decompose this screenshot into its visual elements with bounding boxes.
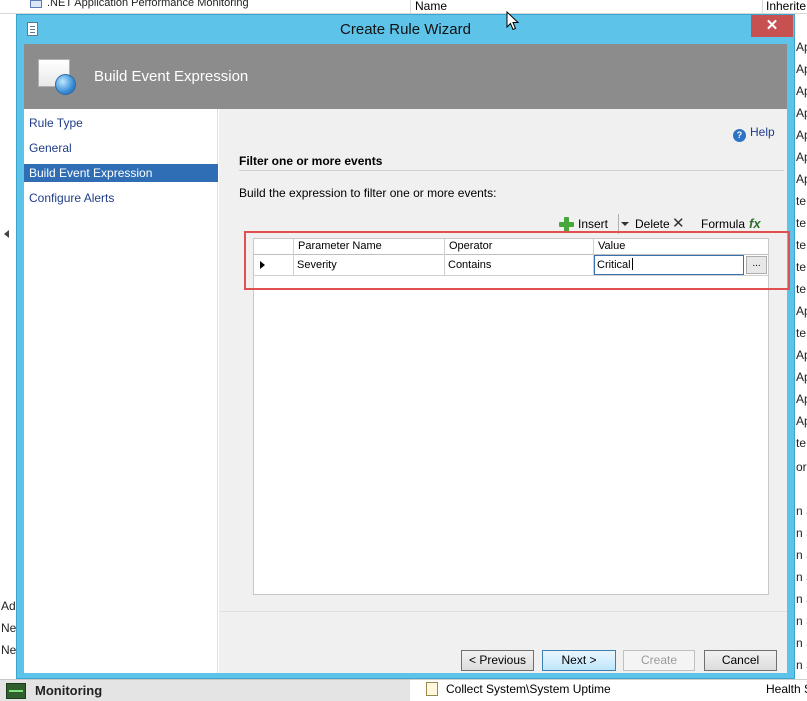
footer-divider — [219, 611, 787, 612]
background-list-item: Ap — [796, 84, 807, 98]
background-header-row: .NET Application Performance Monitoring … — [0, 0, 807, 14]
background-left-item[interactable]: Ne — [1, 643, 16, 657]
window-title: Create Rule Wizard — [340, 21, 471, 38]
help-link[interactable]: ? Help — [733, 125, 775, 142]
background-list-item: Ap — [796, 392, 807, 406]
background-list-item: Ap — [796, 128, 807, 142]
create-rule-wizard-window: Create Rule Wizard ✕ Build Event Express… — [16, 14, 795, 679]
plus-icon — [559, 217, 574, 232]
background-list-item: Ap — [796, 304, 807, 318]
nav-step-general[interactable]: General — [24, 139, 218, 157]
background-list-item: te — [796, 238, 807, 252]
help-label: Help — [750, 125, 775, 139]
background-list-item: te — [796, 282, 807, 296]
cancel-button[interactable]: Cancel — [704, 650, 777, 671]
background-list-item: te — [796, 260, 807, 274]
section-description: Build the expression to filter one or mo… — [239, 186, 497, 200]
background-left-item[interactable]: Ad — [1, 599, 16, 613]
background-list-item: n S — [796, 526, 807, 540]
wizard-header: Build Event Expression — [24, 44, 787, 109]
background-list-item: n S — [796, 658, 807, 672]
background-list-item: Ap — [796, 414, 807, 428]
nav-step-rule-type[interactable]: Rule Type — [24, 114, 218, 132]
formula-fx-icon: fx — [749, 216, 761, 231]
next-button[interactable]: Next > — [542, 650, 616, 671]
help-icon: ? — [733, 129, 746, 142]
delete-x-icon: ✕ — [672, 215, 685, 232]
monitoring-nav-button[interactable]: Monitoring — [0, 679, 410, 701]
background-list-item: te — [796, 216, 807, 230]
highlight-annotation-box — [244, 231, 790, 290]
background-list-item: or — [796, 460, 807, 474]
background-list-item: Ap — [796, 62, 807, 76]
close-button[interactable]: ✕ — [751, 15, 793, 37]
column-header-inherited[interactable]: Inherite — [766, 0, 806, 13]
previous-button[interactable]: < Previous — [461, 650, 534, 671]
background-list-item: n S — [796, 592, 807, 606]
section-title: Filter one or more events — [239, 154, 383, 168]
background-list-item: Ap — [796, 106, 807, 120]
background-list-item: Ap — [796, 348, 807, 362]
health-column-fragment: Health S — [766, 682, 807, 696]
monitoring-icon — [6, 683, 26, 699]
rule-icon — [426, 682, 438, 696]
nav-step-configure-alerts[interactable]: Configure Alerts — [24, 189, 218, 207]
background-list-item: n S — [796, 636, 807, 650]
background-left-pane: Ad Ne Ne — [0, 14, 16, 679]
background-list-item: n S — [796, 548, 807, 562]
background-list-item: te — [796, 326, 807, 340]
nav-step-build-event-expression[interactable]: Build Event Expression — [24, 164, 218, 182]
create-button[interactable]: Create — [623, 650, 695, 671]
wizard-content-pane: ? Help Filter one or more events Build th… — [219, 109, 790, 673]
background-list-item: Ap — [796, 40, 807, 54]
folder-icon — [30, 0, 42, 8]
title-bar[interactable]: Create Rule Wizard ✕ — [17, 15, 794, 44]
collapse-arrow-icon[interactable] — [4, 230, 9, 238]
background-tree-item[interactable]: .NET Application Performance Monitoring — [47, 0, 249, 9]
column-separator — [410, 0, 411, 14]
column-header-name[interactable]: Name — [415, 0, 447, 13]
wizard-client-area: Build Event Expression Rule Type General… — [24, 44, 790, 673]
background-list-item: Ap — [796, 150, 807, 164]
monitoring-label: Monitoring — [35, 683, 103, 698]
wizard-steps-nav: Rule Type General Build Event Expression… — [24, 109, 218, 673]
background-right-pane: Ap Ap Ap Ap Ap Ap Ap te te te te te Ap t… — [795, 40, 807, 680]
section-divider — [239, 170, 784, 171]
background-list-item: Ap — [796, 370, 807, 384]
column-separator — [762, 0, 763, 14]
background-list-item: te — [796, 436, 807, 450]
background-list-item: n S — [796, 614, 807, 628]
background-list-item: Ap — [796, 172, 807, 186]
rule-list-item[interactable]: Collect System\System Uptime — [446, 682, 611, 696]
background-list-item: n S — [796, 504, 807, 518]
expression-grid: Parameter Name Operator Value Severity C… — [253, 238, 769, 595]
background-list-item: te — [796, 194, 807, 208]
globe-icon — [55, 74, 76, 95]
background-left-item[interactable]: Ne — [1, 621, 16, 635]
page-title: Build Event Expression — [94, 68, 249, 85]
background-list-item: n S — [796, 570, 807, 584]
